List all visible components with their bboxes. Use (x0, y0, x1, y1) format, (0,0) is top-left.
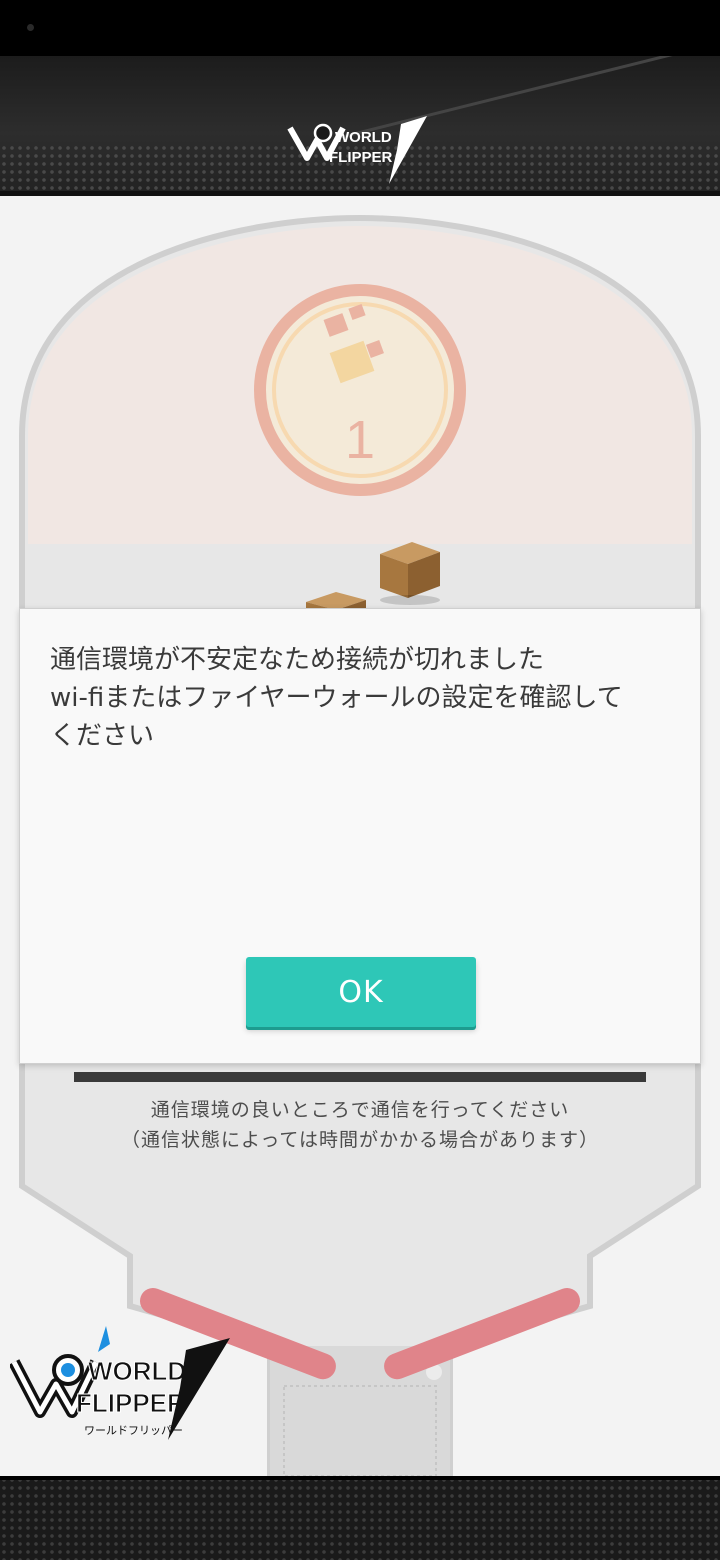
ok-button[interactable]: OK (246, 957, 476, 1027)
header-logo-line2: FLIPPER (329, 149, 393, 166)
dialog-message: 通信環境が不安定なため接続が切れました wi-fiまたはファイヤーウォールの設定… (50, 645, 623, 751)
loading-progress-bar (74, 1072, 646, 1082)
corner-logo-line2: FLIPPER (76, 1388, 186, 1418)
loading-hint-line2: （通信状態によっては時間がかかる場合があります） (120, 1129, 600, 1151)
bottom-footer (0, 1476, 720, 1560)
camera-cutout (27, 24, 34, 31)
corner-logo-line1: WORLD (88, 1356, 186, 1386)
top-header: WORLD FLIPPER (0, 56, 720, 196)
header-logo-line1: WORLD (335, 129, 392, 146)
world-flipper-corner-logo: WORLD FLIPPER ワールドフリッパー (10, 1326, 230, 1440)
status-bar (0, 0, 720, 56)
corner-logo-subtitle: ワールドフリッパー (84, 1424, 183, 1437)
world-flipper-logo: WORLD FLIPPER (287, 116, 427, 184)
loading-hint-line1: 通信環境の良いところで通信を行ってください (150, 1099, 570, 1121)
badge-number: 1 (345, 410, 375, 470)
connection-error-dialog: 通信環境が不安定なため接続が切れました wi-fiまたはファイヤーウォールの設定… (19, 608, 701, 1064)
footer-dot-pattern (0, 1476, 720, 1560)
footer-divider (0, 1476, 720, 1480)
